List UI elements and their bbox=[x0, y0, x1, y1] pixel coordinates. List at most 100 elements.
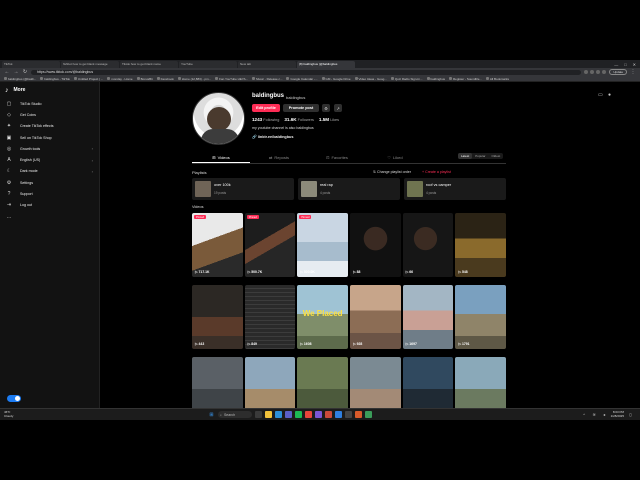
avatar[interactable] bbox=[192, 92, 245, 145]
sort-oldest[interactable]: Oldest bbox=[489, 153, 504, 159]
file-explorer-icon[interactable] bbox=[265, 411, 272, 418]
bookmark[interactable]: BonusBit bbox=[136, 77, 153, 81]
browser-tab[interactable]: TikTok bbox=[2, 60, 60, 68]
video-thumbnail[interactable]: ▷ 548 bbox=[455, 213, 506, 277]
update-button[interactable]: Update bbox=[609, 69, 627, 75]
bookmark[interactable]: Video Ideas - Goog... bbox=[354, 77, 387, 81]
following-stat[interactable]: 1243 Following bbox=[252, 117, 279, 122]
video-thumbnail[interactable]: ▷ 1791 bbox=[455, 285, 506, 349]
video-thumbnail[interactable]: We Placed ▷ 1608 bbox=[297, 285, 348, 349]
video-thumbnail[interactable]: ▷ 849 bbox=[244, 285, 296, 349]
chevron-up-icon[interactable]: ^ bbox=[581, 411, 588, 418]
teams-icon[interactable] bbox=[285, 411, 292, 418]
tiktok-logo-icon[interactable]: ♪ bbox=[5, 87, 9, 94]
playlist-card[interactable]: over 100k 19 posts bbox=[192, 178, 294, 200]
task-view-icon[interactable] bbox=[255, 411, 262, 418]
clock[interactable]: 8:03 PM 1/28/2025 bbox=[611, 410, 624, 418]
maximize-button[interactable]: □ bbox=[624, 62, 626, 67]
close-window-button[interactable]: ✕ bbox=[633, 62, 636, 67]
extension-icon[interactable] bbox=[584, 70, 589, 74]
tab-videos[interactable]: ⊞ Videos bbox=[192, 152, 250, 163]
followers-stat[interactable]: 31.6K Followers bbox=[284, 117, 314, 122]
bookmark[interactable]: Music - Release c... bbox=[252, 77, 282, 81]
bookmark[interactable]: monday - Home bbox=[107, 77, 133, 81]
theme-toggle[interactable] bbox=[7, 395, 21, 402]
back-icon[interactable]: ← bbox=[4, 69, 10, 75]
reload-icon[interactable]: ↻ bbox=[22, 69, 28, 75]
tab-liked[interactable]: ♡ Liked bbox=[366, 152, 424, 163]
tab-reposts[interactable]: ⇄ Reposts bbox=[250, 152, 308, 163]
notification-icon[interactable]: ▯ bbox=[627, 411, 634, 418]
video-thumbnail[interactable]: Pinned ▷ 500.0K bbox=[297, 213, 348, 277]
sidebar-item-dark-mode[interactable]: ☾ Dark mode › bbox=[0, 166, 99, 177]
profile-circle-icon[interactable]: ● bbox=[608, 92, 611, 98]
sidebar-item-get-coins[interactable]: ◇ Get Coins bbox=[0, 109, 99, 120]
app-icon[interactable] bbox=[355, 411, 362, 418]
profile-avatar-icon[interactable] bbox=[602, 70, 607, 74]
browser-tab-active[interactable]: (8) baldingbus (@baldingbus bbox=[297, 60, 355, 68]
promote-post-button[interactable]: Promote post bbox=[283, 104, 319, 112]
weather-widget[interactable]: 46°F Cloudy bbox=[4, 410, 13, 418]
chrome-icon[interactable] bbox=[305, 411, 312, 418]
bookmark-all[interactable]: All Bookmarks bbox=[485, 77, 509, 81]
app-icon[interactable] bbox=[345, 411, 352, 418]
extension-icon[interactable] bbox=[590, 70, 595, 74]
edit-profile-button[interactable]: Edit profile bbox=[252, 104, 280, 112]
app-icon[interactable] bbox=[365, 411, 372, 418]
app-icon[interactable] bbox=[325, 411, 332, 418]
minimize-button[interactable]: — bbox=[614, 62, 618, 67]
url-field[interactable]: https://www.tiktok.com/@baldingbus bbox=[31, 69, 582, 75]
browser-tab[interactable]: New tab bbox=[238, 60, 296, 68]
browser-tab[interactable]: fishbot how to get blank message bbox=[61, 60, 119, 68]
bookmark[interactable]: Facebook bbox=[156, 77, 174, 81]
share-icon[interactable]: ↗ bbox=[334, 104, 342, 112]
bookmark[interactable]: Register - SoundRe... bbox=[449, 77, 482, 81]
forward-icon[interactable]: → bbox=[13, 69, 19, 75]
discord-icon[interactable] bbox=[315, 411, 322, 418]
sidebar-item-growth-tools[interactable]: ◎ Growth tools › bbox=[0, 143, 99, 154]
sidebar-item-tiktok-shop[interactable]: ▣ Sell on TikTok Shop bbox=[0, 132, 99, 143]
video-thumbnail[interactable]: ▷ 928 bbox=[350, 285, 401, 349]
settings-gear-icon[interactable]: ⚙ bbox=[322, 104, 330, 112]
sort-popular[interactable]: Popular bbox=[472, 153, 488, 159]
bookmark[interactable]: Google Calendar -... bbox=[286, 77, 318, 81]
tab-favorites[interactable]: ⊡ Favorites bbox=[308, 152, 366, 163]
bookmark[interactable]: Home (12,883) - pm... bbox=[177, 77, 211, 81]
sidebar-item-support[interactable]: ? Support bbox=[0, 188, 99, 199]
sidebar-item-settings[interactable]: ⚙ Settings bbox=[0, 177, 99, 188]
sort-latest[interactable]: Latest bbox=[458, 153, 473, 159]
bookmark[interactable]: Fan YouTube HEYA... bbox=[215, 77, 248, 81]
video-thumbnail[interactable]: ▷ 1697 bbox=[402, 285, 454, 349]
playlist-card[interactable]: real rap 4 posts bbox=[298, 178, 400, 200]
create-playlist-button[interactable]: + Create a playlist bbox=[422, 170, 451, 174]
bookmark[interactable]: baldingbus (@baldi... bbox=[4, 77, 36, 81]
app-icon[interactable] bbox=[335, 411, 342, 418]
profile-link[interactable]: 🔗 linktr.ee/baldingbus bbox=[252, 134, 293, 139]
sidebar-item-language[interactable]: A English (US) › bbox=[0, 154, 99, 165]
video-thumbnail[interactable]: Pinned ▷ 500.7K bbox=[244, 213, 296, 277]
sidebar-item-tiktok-studio[interactable]: ▢ TikTok Studio bbox=[0, 98, 99, 109]
spotify-icon[interactable] bbox=[295, 411, 302, 418]
sidebar-item-create-effects[interactable]: ✦ Create TikTok effects bbox=[0, 121, 99, 132]
video-thumbnail[interactable]: ▷ 88 bbox=[350, 213, 401, 277]
sidebar-item-log-out[interactable]: ⇥ Log out bbox=[0, 200, 99, 211]
sidebar-item-more[interactable]: … bbox=[0, 211, 99, 222]
playlist-card[interactable]: roof vs camper 4 posts bbox=[404, 178, 506, 200]
windows-start-icon[interactable]: ⊞ bbox=[208, 411, 215, 418]
volume-icon[interactable]: ◂ bbox=[601, 411, 608, 418]
taskbar-search[interactable]: ⌕ Search bbox=[218, 411, 252, 418]
bookmark[interactable]: baldingbus bbox=[426, 77, 445, 81]
bookmark[interactable]: baldingbus - TikTok bbox=[40, 77, 70, 81]
browser-tab[interactable]: Tiktok how to get blank name bbox=[120, 60, 178, 68]
video-thumbnail[interactable]: ▷ 66 bbox=[402, 213, 454, 277]
bookmark[interactable]: Untitled Project | ... bbox=[73, 77, 103, 81]
bookmark[interactable]: Quiz Radio Sign-In... bbox=[390, 77, 423, 81]
tv-icon[interactable]: ▭ bbox=[598, 92, 603, 98]
browser-tab[interactable]: YouTube bbox=[179, 60, 237, 68]
change-playlist-order-button[interactable]: ⇅ Change playlist order bbox=[373, 170, 411, 174]
extension-icon[interactable] bbox=[596, 70, 601, 74]
video-thumbnail[interactable]: Pinned ▷ 717.1K bbox=[192, 213, 243, 277]
bookmark[interactable]: GM - Google Drive bbox=[321, 77, 351, 81]
menu-icon[interactable]: ⋮ bbox=[630, 69, 636, 75]
wifi-icon[interactable]: ≋ bbox=[591, 411, 598, 418]
